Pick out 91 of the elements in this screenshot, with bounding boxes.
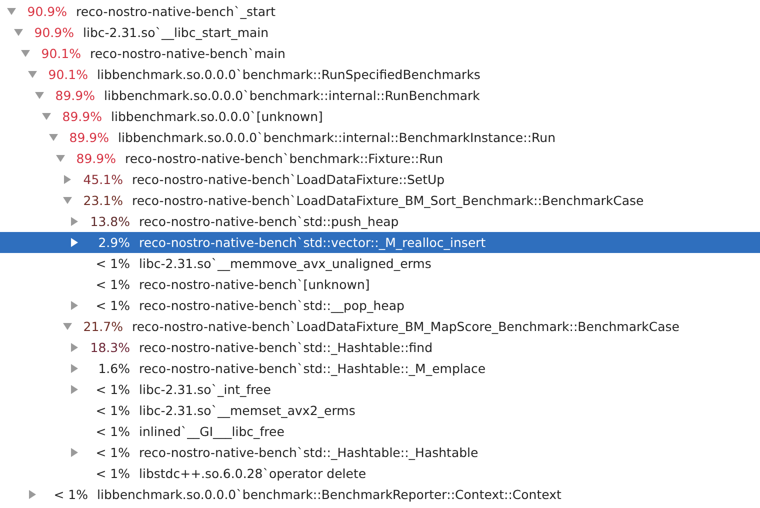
function-name: reco-nostro-native-bench`std::push_heap (139, 214, 399, 229)
tree-row-highlight[interactable]: 89.9% reco-nostro-native-bench`benchmark::Fixture::Run (0, 148, 760, 169)
tree-row-highlight[interactable]: < 1% libc-2.31.so`_int_free (0, 379, 760, 400)
percentage-text: 1.6% (97, 361, 130, 376)
tree-row-highlight[interactable]: 18.3% reco-nostro-native-bench`std::_Hashtable::find (0, 337, 760, 358)
function-name: libbenchmark.so.0.0.0`benchmark::RunSpecifiedBenchmarks (97, 67, 480, 82)
percentage-text: 89.9% (68, 130, 109, 145)
percentage-text: < 1% (94, 277, 130, 292)
collapsed-arrow-icon[interactable] (70, 364, 78, 373)
expanded-arrow-icon[interactable] (48, 134, 58, 141)
tree-row-highlight[interactable]: < 1% libc-2.31.so`__memmove_avx_unaligned_erms (0, 253, 760, 274)
percentage-text: 90.1% (47, 67, 88, 82)
collapsed-arrow-icon[interactable] (28, 490, 36, 499)
tree-row-highlight[interactable]: 21.7% reco-nostro-native-bench`LoadDataFixture_BM_MapScore_Benchmark::BenchmarkCase (0, 316, 760, 337)
percentage-text: < 1% (94, 403, 130, 418)
expanded-arrow-icon[interactable] (62, 323, 72, 330)
percentage-text: 90.9% (33, 25, 74, 40)
tree-row-highlight[interactable]: 89.9% libbenchmark.so.0.0.0`benchmark::internal::BenchmarkInstance::Run (0, 127, 760, 148)
function-name: libstdc++.so.6.0.28`operator delete (139, 466, 366, 481)
expanded-arrow-icon[interactable] (56, 155, 64, 162)
percentage-text: 13.8% (89, 214, 130, 229)
expanded-arrow-icon[interactable] (42, 113, 50, 120)
collapsed-arrow-icon[interactable] (70, 448, 78, 457)
function-name: libc-2.31.so`__memset_avx2_erms (139, 403, 356, 418)
percentage-text: 90.1% (40, 46, 81, 61)
function-name: libbenchmark.so.0.0.0`[unknown] (111, 109, 323, 124)
percentage-text: < 1% (94, 298, 130, 313)
function-name: reco-nostro-native-bench`std::_Hashtable::_M_emplace (139, 361, 486, 376)
function-name: libc-2.31.so`__libc_start_main (83, 25, 269, 40)
tree-row-highlight[interactable]: 13.8% reco-nostro-native-bench`std::push_heap (0, 211, 760, 232)
percentage-text: < 1% (94, 466, 130, 481)
tree-row-highlight[interactable]: < 1% libc-2.31.so`__memset_avx2_erms (0, 400, 760, 421)
percentage-text: 18.3% (89, 340, 130, 355)
function-name: libbenchmark.so.0.0.0`benchmark::BenchmarkReporter::Context::Context (97, 487, 562, 502)
collapsed-arrow-icon[interactable] (64, 175, 70, 184)
function-name: libbenchmark.so.0.0.0`benchmark::internal::BenchmarkInstance::Run (118, 130, 556, 145)
collapsed-arrow-icon[interactable] (70, 301, 78, 310)
expanded-arrow-icon[interactable] (28, 71, 36, 78)
percentage-text: 2.9% (97, 235, 130, 250)
tree-row-highlight[interactable]: 45.1% reco-nostro-native-bench`LoadDataFixture::SetUp (0, 169, 760, 190)
tree-row-highlight[interactable]: 90.1% libbenchmark.so.0.0.0`benchmark::RunSpecifiedBenchmarks (0, 64, 760, 85)
tree-row-highlight[interactable]: < 1% reco-nostro-native-bench`std::__pop_heap (0, 295, 760, 316)
function-name: reco-nostro-native-bench`LoadDataFixture::SetUp (132, 172, 445, 187)
function-name: libc-2.31.so`_int_free (139, 382, 271, 397)
collapsed-arrow-icon[interactable] (70, 343, 78, 352)
function-name: reco-nostro-native-bench`_start (76, 4, 276, 19)
tree-row-highlight[interactable]: 1.6% reco-nostro-native-bench`std::_Hashtable::_M_emplace (0, 358, 760, 379)
percentage-text: 89.9% (61, 109, 102, 124)
function-name: reco-nostro-native-bench`std::_Hashtable::_Hashtable (139, 445, 478, 460)
tree-row-highlight[interactable]: 90.9% reco-nostro-native-bench`_start (0, 1, 760, 22)
percentage-text: 89.9% (54, 88, 95, 103)
tree-row-highlight[interactable]: 90.9% libc-2.31.so`__libc_start_main (0, 22, 760, 43)
tree-row-highlight[interactable]: < 1% reco-nostro-native-bench`std::_Hashtable::_Hashtable (0, 442, 760, 463)
percentage-text: < 1% (94, 424, 130, 439)
percentage-text: < 1% (94, 256, 130, 271)
tree-row-highlight[interactable]: < 1% libbenchmark.so.0.0.0`benchmark::BenchmarkReporter::Context::Context (0, 484, 760, 505)
function-name: reco-nostro-native-bench`std::__pop_heap (139, 298, 404, 313)
collapsed-arrow-icon[interactable] (70, 385, 78, 394)
expanded-arrow-icon[interactable] (6, 8, 16, 15)
tree-row-highlight[interactable]: < 1% reco-nostro-native-bench`[unknown] (0, 274, 760, 295)
expanded-arrow-icon[interactable] (62, 197, 72, 204)
function-name: reco-nostro-native-bench`LoadDataFixture_BM_MapScore_Benchmark::BenchmarkCase (132, 319, 680, 334)
function-name: inlined`__GI___libc_free (139, 424, 284, 439)
tree-row-highlight[interactable]: < 1% libstdc++.so.6.0.28`operator delete (0, 463, 760, 484)
percentage-text: < 1% (94, 382, 130, 397)
collapsed-arrow-icon[interactable] (70, 217, 78, 226)
function-name: reco-nostro-native-bench`LoadDataFixture_BM_Sort_Benchmark::BenchmarkCase (132, 193, 644, 208)
percentage-text: 90.9% (26, 4, 67, 19)
function-name: reco-nostro-native-bench`main (90, 46, 286, 61)
function-name: reco-nostro-native-bench`benchmark::Fixture::Run (125, 151, 444, 166)
function-name: libbenchmark.so.0.0.0`benchmark::internal::RunBenchmark (104, 88, 480, 103)
tree-row-highlight[interactable]: 23.1% reco-nostro-native-bench`LoadDataFixture_BM_Sort_Benchmark::BenchmarkCase (0, 190, 760, 211)
percentage-text: < 1% (52, 487, 88, 502)
percentage-text: 45.1% (82, 172, 123, 187)
function-name: reco-nostro-native-bench`std::_Hashtable::find (139, 340, 433, 355)
tree-row-highlight[interactable]: < 1% inlined`__GI___libc_free (0, 421, 760, 442)
expanded-arrow-icon[interactable] (20, 50, 30, 57)
selected-tree-row[interactable]: 2.9% reco-nostro-native-bench`std::vector::_M_realloc_insert (0, 232, 760, 253)
tree-row-highlight[interactable]: 89.9% libbenchmark.so.0.0.0`[unknown] (0, 106, 760, 127)
expanded-arrow-icon[interactable] (34, 92, 44, 99)
function-name: reco-nostro-native-bench`std::vector::_M_realloc_insert (139, 235, 486, 250)
tree-row-highlight[interactable]: 89.9% libbenchmark.so.0.0.0`benchmark::internal::RunBenchmark (0, 85, 760, 106)
percentage-text: 23.1% (82, 193, 123, 208)
function-name: libc-2.31.so`__memmove_avx_unaligned_erms (139, 256, 432, 271)
expanded-arrow-icon[interactable] (14, 29, 22, 36)
percentage-text: < 1% (94, 445, 130, 460)
collapsed-arrow-icon[interactable] (70, 238, 78, 247)
percentage-text: 89.9% (75, 151, 116, 166)
tree-row-highlight[interactable]: 90.1% reco-nostro-native-bench`main (0, 43, 760, 64)
function-name: reco-nostro-native-bench`[unknown] (139, 277, 370, 292)
percentage-text: 21.7% (82, 319, 123, 334)
